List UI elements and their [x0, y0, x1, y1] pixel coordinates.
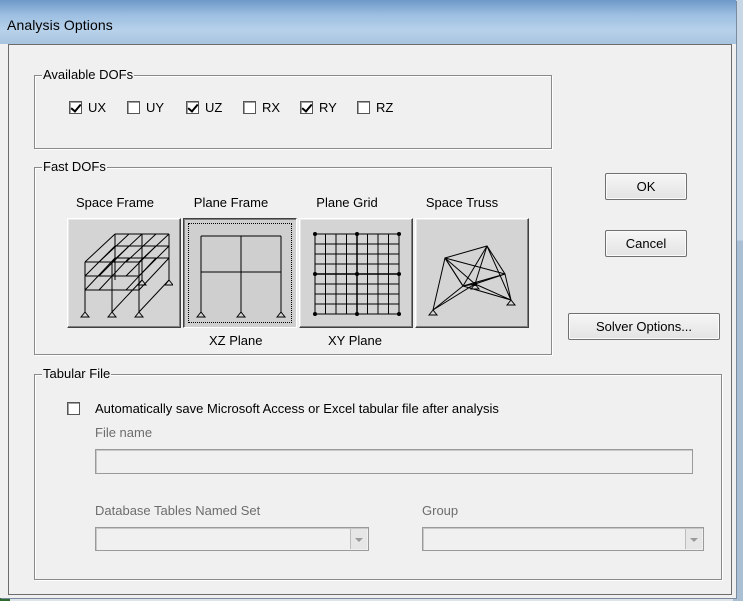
space-truss-button[interactable] [415, 218, 529, 328]
dialog-body: Available DOFs UX UY UZ RX RY RZ Fast DO… [8, 44, 732, 595]
space-frame-icon [79, 233, 173, 318]
dof-checkbox-uz[interactable]: UZ [186, 100, 222, 115]
solver-options-button[interactable]: Solver Options... [568, 313, 720, 340]
rz-checkbox[interactable] [357, 101, 370, 114]
uz-label: UZ [205, 100, 223, 115]
ux-label: UX [88, 100, 107, 115]
plane-frame-icon [195, 235, 287, 318]
auto-save-label: Automatically save Microsoft Access or E… [95, 401, 499, 416]
plane-frame-button[interactable] [183, 218, 297, 328]
plane-frame-label: Plane Frame [193, 195, 269, 210]
db-tables-dropdown[interactable] [95, 527, 369, 551]
xy-plane-label: XY Plane [328, 333, 382, 348]
dof-checkbox-ux[interactable]: UX [69, 100, 106, 115]
tabular-file-group: Tabular File Automatically save Microsof… [34, 366, 722, 580]
group-dropdown[interactable] [422, 527, 704, 551]
fast-dofs-legend: Fast DOFs [42, 159, 107, 175]
group-label: Group [422, 503, 459, 518]
rx-checkbox[interactable] [243, 101, 256, 114]
ux-checkbox[interactable] [69, 101, 82, 114]
cancel-button[interactable]: Cancel [605, 230, 687, 257]
tabular-file-legend: Tabular File [42, 366, 112, 382]
db-tables-label: Database Tables Named Set [95, 503, 261, 518]
dof-checkbox-uy[interactable]: UY [127, 100, 164, 115]
window-title: Analysis Options [7, 17, 113, 33]
dof-checkbox-ry[interactable]: RY [300, 100, 337, 115]
rx-label: RX [262, 100, 281, 115]
file-name-input[interactable] [95, 449, 693, 474]
dof-checkbox-rx[interactable]: RX [243, 100, 280, 115]
xz-plane-label: XZ Plane [209, 333, 263, 348]
plane-grid-label: Plane Grid [316, 195, 378, 210]
auto-save-checkbox[interactable] [67, 402, 80, 415]
available-dofs-legend: Available DOFs [42, 67, 135, 83]
rz-label: RZ [376, 100, 394, 115]
uz-checkbox[interactable] [186, 101, 199, 114]
dof-checkbox-rz[interactable]: RZ [357, 100, 393, 115]
plane-grid-icon [313, 232, 401, 316]
space-truss-icon [427, 245, 517, 316]
analysis-options-dialog: Analysis Options Available DOFs UX UY UZ… [0, 0, 736, 598]
title-bar[interactable]: Analysis Options [0, 0, 736, 44]
uy-checkbox[interactable] [127, 101, 140, 114]
space-frame-button[interactable] [67, 218, 181, 328]
available-dofs-group: Available DOFs UX UY UZ RX RY RZ [34, 67, 552, 149]
fast-dofs-group: Fast DOFs Space Frame Plane Frame Plane … [34, 159, 552, 355]
file-name-label: File name [95, 425, 153, 440]
auto-save-option[interactable]: Automatically save Microsoft Access or E… [67, 401, 499, 416]
chevron-down-icon[interactable] [350, 529, 367, 549]
uy-label: UY [146, 100, 165, 115]
chevron-down-icon[interactable] [685, 529, 702, 549]
ok-button[interactable]: OK [605, 173, 687, 200]
plane-grid-button[interactable] [299, 218, 413, 328]
ry-label: RY [319, 100, 337, 115]
ry-checkbox[interactable] [300, 101, 313, 114]
space-frame-label: Space Frame [75, 195, 155, 210]
space-truss-label: Space Truss [425, 195, 499, 210]
